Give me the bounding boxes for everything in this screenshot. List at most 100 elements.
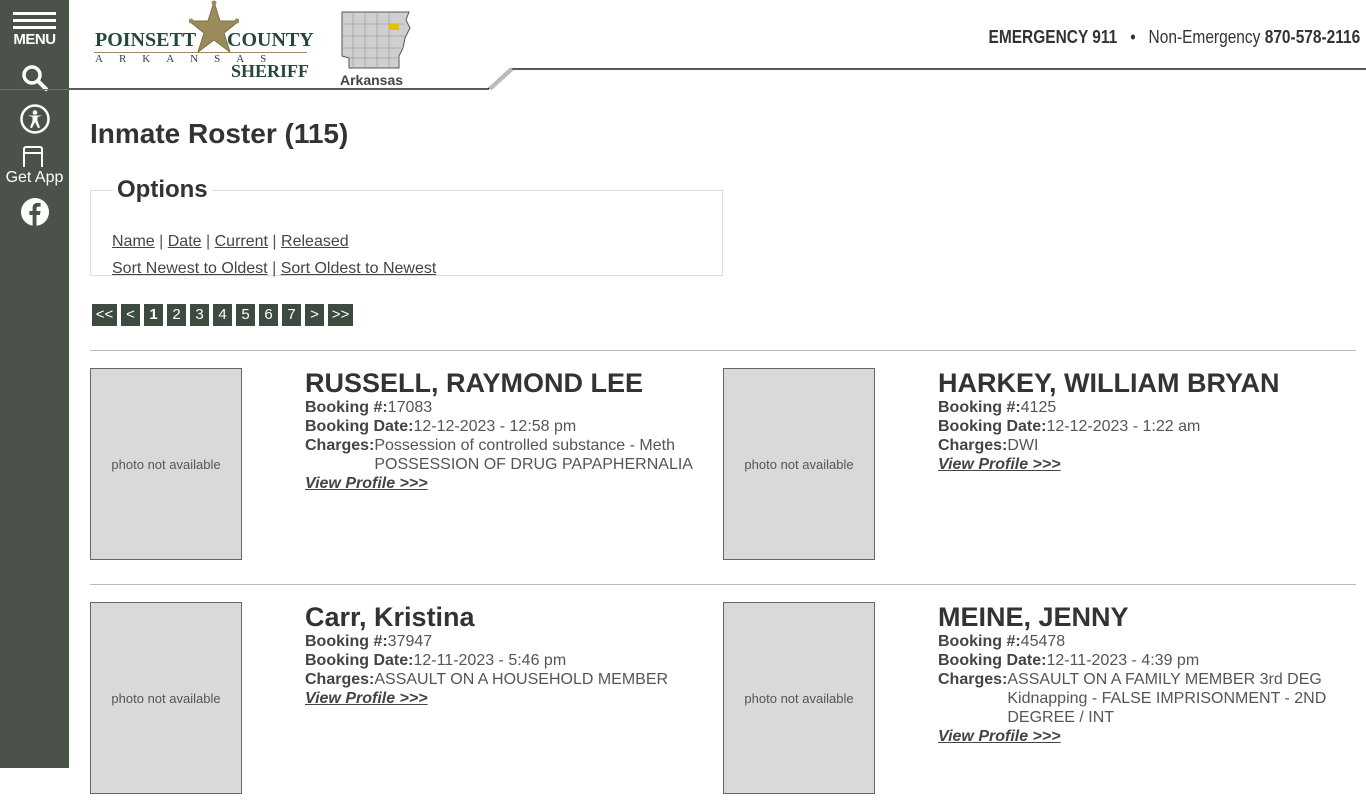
- page-7-button[interactable]: 7: [282, 304, 301, 326]
- site-header: POINSETT COUNTY ARKANSAS SHERIFF Arkansa…: [69, 0, 1366, 91]
- sort-oldest-link[interactable]: Sort Oldest to Newest: [281, 260, 437, 277]
- view-profile-link[interactable]: View Profile >>>: [938, 455, 1061, 474]
- booking-date-label: Booking Date:: [938, 418, 1047, 435]
- charge-item: DWI: [1007, 437, 1039, 454]
- charge-item: Kidnapping - FALSE IMPRISONMENT - 2ND DE…: [1007, 690, 1327, 726]
- phone-icon: [23, 146, 43, 167]
- booking-date-value: 12-11-2023 - 5:46 pm: [413, 652, 567, 669]
- logo-sheriff: SHERIFF: [231, 61, 310, 81]
- inmate-card: photo not available Carr, Kristina Booki…: [90, 602, 723, 802]
- booking-date-label: Booking Date:: [938, 652, 1047, 669]
- accessibility-icon[interactable]: [20, 104, 50, 134]
- filter-current-link[interactable]: Current: [215, 233, 268, 250]
- inmate-name: RUSSELL, RAYMOND LEE: [305, 368, 644, 398]
- inmate-info: MEINE, JENNY Booking #: 45478 Booking Dat…: [938, 602, 1338, 746]
- page-first-button[interactable]: <<: [92, 304, 117, 326]
- left-sidebar: MENU Get App: [0, 0, 69, 768]
- inmate-name: HARKEY, WILLIAM BRYAN: [938, 368, 1280, 398]
- inmate-photo[interactable]: photo not available: [723, 368, 875, 560]
- inmate-card: photo not available RUSSELL, RAYMOND LEE…: [90, 368, 723, 568]
- charges-list: Possession of controlled substance - Met…: [374, 436, 693, 474]
- booking-date-value: 12-12-2023 - 1:22 am: [1046, 418, 1201, 435]
- booking-date-label: Booking Date:: [305, 418, 414, 435]
- facebook-icon[interactable]: [20, 197, 50, 227]
- booking-no-label: Booking #:: [938, 399, 1021, 416]
- logo-poinsett: POINSETT: [95, 29, 197, 51]
- photo-placeholder-text: photo not available: [111, 456, 221, 472]
- non-emergency-label: Non-Emergency: [1148, 27, 1261, 47]
- photo-placeholder-text: photo not available: [111, 690, 221, 706]
- inmate-photo[interactable]: photo not available: [90, 602, 242, 794]
- booking-no-label: Booking #:: [938, 633, 1021, 650]
- booking-no-label: Booking #:: [305, 633, 388, 650]
- charge-item: ASSAULT ON A HOUSEHOLD MEMBER: [374, 671, 669, 688]
- photo-placeholder-text: photo not available: [744, 690, 854, 706]
- booking-no-value: 17083: [387, 399, 433, 416]
- options-legend: Options: [117, 176, 208, 203]
- page-next-button[interactable]: >: [305, 304, 324, 326]
- sort-links: Sort Newest to Oldest | Sort Oldest to N…: [112, 260, 436, 278]
- charges-label: Charges:: [938, 671, 1008, 688]
- non-emergency-number[interactable]: 870-578-2116: [1264, 27, 1360, 47]
- booking-no-value: 37947: [387, 633, 433, 650]
- view-profile-link[interactable]: View Profile >>>: [305, 689, 428, 708]
- page-1-button[interactable]: 1: [144, 304, 163, 326]
- logo-county: COUNTY: [227, 29, 314, 51]
- filter-date-link[interactable]: Date: [168, 233, 202, 250]
- charge-item: Possession of controlled substance - Met…: [374, 437, 675, 454]
- filter-name-link[interactable]: Name: [112, 233, 155, 250]
- pagination: << < 1 2 3 4 5 6 7 > >>: [92, 304, 353, 326]
- inmate-card: photo not available MEINE, JENNY Booking…: [723, 602, 1356, 802]
- filter-released-link[interactable]: Released: [281, 233, 349, 250]
- inmate-photo[interactable]: photo not available: [723, 602, 875, 794]
- inmate-photo[interactable]: photo not available: [90, 368, 242, 560]
- booking-no-value: 45478: [1020, 633, 1066, 650]
- menu-label: MENU: [13, 31, 56, 48]
- page-2-button[interactable]: 2: [167, 304, 186, 326]
- sidebar-divider: [0, 89, 69, 90]
- inmate-info: Carr, Kristina Booking #: 37947 Booking D…: [305, 602, 705, 708]
- charge-item: POSSESSION OF DRUG PAPAPHERNALIA: [374, 456, 693, 473]
- get-app-label: Get App: [5, 169, 64, 186]
- charges-list: ASSAULT ON A FAMILY MEMBER 3rd DEG Kidnap…: [1007, 670, 1338, 727]
- emergency-911[interactable]: EMERGENCY 911: [988, 27, 1117, 47]
- hamburger-icon: [13, 12, 56, 33]
- view-profile-link[interactable]: View Profile >>>: [305, 474, 428, 493]
- booking-no-value: 4125: [1020, 399, 1057, 416]
- page-prev-button[interactable]: <: [121, 304, 140, 326]
- page-last-button[interactable]: >>: [328, 304, 353, 326]
- filter-links: Name | Date | Current | Released: [112, 233, 349, 251]
- link-divider: |: [272, 260, 277, 277]
- contact-separator: •: [1129, 27, 1136, 47]
- booking-date-label: Booking Date:: [305, 652, 414, 669]
- charges-list: DWI: [1007, 436, 1038, 455]
- page-3-button[interactable]: 3: [190, 304, 209, 326]
- charges-label: Charges:: [305, 671, 375, 688]
- photo-placeholder-text: photo not available: [744, 456, 854, 472]
- emergency-contacts: EMERGENCY 911 • Non-Emergency 870-578-21…: [988, 27, 1360, 48]
- options-panel: Options Name | Date | Current | Released…: [90, 176, 723, 278]
- booking-date-value: 12-11-2023 - 4:39 pm: [1046, 652, 1200, 669]
- sort-newest-link[interactable]: Sort Newest to Oldest: [112, 260, 268, 277]
- booking-no-label: Booking #:: [305, 399, 388, 416]
- charge-item: ASSAULT ON A FAMILY MEMBER 3rd DEG: [1007, 671, 1322, 688]
- page-6-button[interactable]: 6: [259, 304, 278, 326]
- link-divider: |: [159, 233, 164, 250]
- inmate-info: RUSSELL, RAYMOND LEE Booking #: 17083 Boo…: [305, 368, 705, 493]
- page-5-button[interactable]: 5: [236, 304, 255, 326]
- charges-label: Charges:: [938, 437, 1008, 454]
- page-4-button[interactable]: 4: [213, 304, 232, 326]
- state-label: Arkansas: [340, 72, 404, 88]
- inmate-card: photo not available HARKEY, WILLIAM BRYA…: [723, 368, 1356, 568]
- arkansas-map-icon: [341, 11, 411, 69]
- row-divider: [90, 584, 1356, 585]
- search-icon[interactable]: [21, 64, 49, 92]
- get-app-button[interactable]: Get App: [0, 144, 69, 188]
- link-divider: |: [272, 233, 277, 250]
- charges-list: ASSAULT ON A HOUSEHOLD MEMBER: [374, 670, 668, 689]
- inmate-info: HARKEY, WILLIAM BRYAN Booking #: 4125 Boo…: [938, 368, 1338, 474]
- link-divider: |: [206, 233, 211, 250]
- menu-button[interactable]: MENU: [0, 0, 69, 92]
- inmate-name: Carr, Kristina: [305, 602, 475, 632]
- view-profile-link[interactable]: View Profile >>>: [938, 727, 1061, 746]
